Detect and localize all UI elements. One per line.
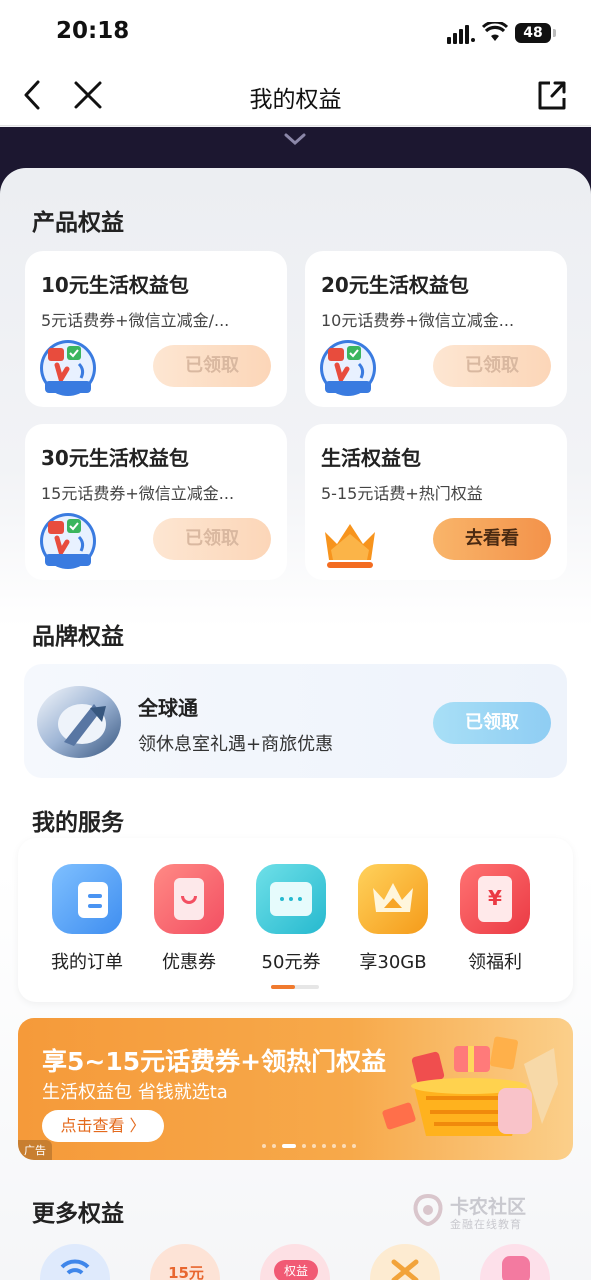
wifi-icon [482,22,508,41]
service-label: 领福利 [468,952,522,973]
service-label: 我的订单 [51,952,123,973]
kanong-logo-icon [413,1193,443,1227]
brand-card-global[interactable]: 全球通 领休息室礼遇+商旅优惠 已领取 [24,664,567,778]
service-item-welfare[interactable]: ¥ 领福利 [450,864,540,974]
battery-indicator: 48 [515,23,556,43]
service-item-30gb[interactable]: 享30GB [348,864,438,974]
watermark-sub: 金融在线教育 [450,1218,522,1231]
card-title: 30元生活权益包 [41,446,189,470]
card-title: 10元生活权益包 [41,273,189,297]
ticket-icon [256,864,326,934]
product-card-life[interactable]: 生活权益包 5-15元话费+热门权益 去看看 [305,424,567,580]
ad-tag: 广告 [18,1140,52,1160]
life-benefit-icon [40,513,96,569]
service-item-50-coupon[interactable]: 50元券 [246,864,336,974]
status-time: 20:18 [56,18,130,44]
gift-envelope-icon: ¥ [460,864,530,934]
service-label: 50元券 [261,952,321,973]
services-panel: 我的订单 优惠券 50元券 享30GB ¥ 领福利 [18,838,573,1002]
section-title-product: 产品权益 [32,210,124,236]
gift-basket-illustration-icon [382,1036,558,1136]
view-button[interactable]: 去看看 [433,518,551,560]
card-subtitle: 10元话费券+微信立减金... [321,311,515,330]
chevron-down-icon[interactable] [283,132,307,146]
claimed-button[interactable]: 已领取 [153,345,271,387]
banner-pager [262,1144,356,1148]
section-title-more: 更多权益 [32,1201,124,1227]
brand-name: 全球通 [138,696,198,720]
service-item-orders[interactable]: 我的订单 [42,864,132,974]
navbar: 我的权益 [0,66,591,126]
card-title: 生活权益包 [321,446,421,470]
claimed-button[interactable]: 已领取 [153,518,271,560]
section-title-service: 我的服务 [32,810,124,836]
promo-banner[interactable]: 享5~15元话费券+领热门权益 生活权益包 省钱就选ta 点击查看 〉 广告 [18,1018,573,1160]
global-pass-logo-icon [37,686,121,758]
crown-icon [325,524,375,568]
service-label: 优惠券 [162,952,216,973]
banner-title: 享5~15元话费券+领热门权益 [42,1047,387,1076]
product-card-20[interactable]: 20元生活权益包 10元话费券+微信立减金... 已领取 [305,251,567,407]
card-subtitle: 5-15元话费+热门权益 [321,484,483,503]
status-bar: 20:18 48 [0,0,591,66]
brand-subtitle: 领休息室礼遇+商旅优惠 [138,734,334,755]
claimed-button[interactable]: 已领取 [433,345,551,387]
crown-icon [358,864,428,934]
card-subtitle: 15元话费券+微信立减金... [41,484,235,503]
services-pager [271,985,319,989]
life-benefit-icon [320,340,376,396]
page-title: 我的权益 [249,87,342,113]
share-icon[interactable] [536,78,568,112]
banner-subtitle: 生活权益包 省钱就选ta [42,1082,228,1103]
banner-view-button[interactable]: 点击查看 〉 [42,1110,164,1142]
service-item-coupons[interactable]: 优惠券 [144,864,234,974]
watermark-main: 卡农社区 [450,1196,527,1218]
section-title-brand: 品牌权益 [32,624,124,650]
product-card-10[interactable]: 10元生活权益包 5元话费券+微信立减金/... 已领取 [25,251,287,407]
order-icon [52,864,122,934]
watermark: 卡农社区 金融在线教育 [410,1192,540,1232]
service-label: 享30GB [359,952,427,973]
card-title: 20元生活权益包 [321,273,469,297]
brand-claimed-button[interactable]: 已领取 [433,702,551,744]
coupon-icon [154,864,224,934]
product-card-30[interactable]: 30元生活权益包 15元话费券+微信立减金... 已领取 [25,424,287,580]
card-subtitle: 5元话费券+微信立减金/... [41,311,230,330]
life-benefit-icon [40,340,96,396]
signal-icon [447,25,475,44]
